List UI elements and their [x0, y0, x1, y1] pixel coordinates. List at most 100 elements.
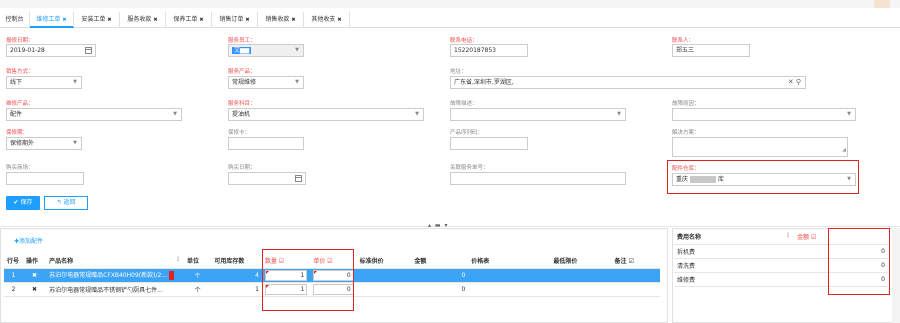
- user-avatar[interactable]: [874, 0, 890, 8]
- tab-install-order[interactable]: 安装工单 ✖: [74, 12, 120, 28]
- tab-sales-payment[interactable]: 销售收款 ✖: [258, 12, 304, 28]
- solution-textarea[interactable]: ◢: [672, 137, 848, 157]
- clear-search-icon[interactable]: ✕ ⚲: [788, 77, 801, 88]
- address-input[interactable]: 广东省,深圳市,罗湖区, ✕ ⚲: [450, 76, 806, 89]
- repair-product-select[interactable]: 配件 ▼: [6, 108, 182, 121]
- chevron-down-icon: ▼: [295, 47, 299, 53]
- redacted-marker: [169, 271, 175, 280]
- stock-cell: 4: [211, 268, 262, 283]
- purchase-store-input[interactable]: [6, 172, 84, 185]
- column-menu-icon[interactable]: ⋮: [785, 232, 791, 239]
- col-header-min-price: 最低限价: [550, 254, 612, 269]
- tab-repair-order[interactable]: 维修工单 ✖: [30, 12, 74, 28]
- chevron-down-icon: ▼: [415, 111, 419, 117]
- tab-sales-order[interactable]: 销售订单 ✖: [212, 12, 258, 28]
- close-icon[interactable]: ✖: [107, 17, 111, 23]
- tab-service-payment[interactable]: 服务收款 ✖: [120, 12, 166, 28]
- row-no: 2: [4, 282, 23, 297]
- sale-method-value: 线下: [10, 79, 23, 86]
- phone-value: 15220187853: [454, 47, 496, 54]
- close-icon[interactable]: ✖: [245, 17, 249, 23]
- col-header-fee-name-label: 费用名称: [677, 234, 702, 242]
- fee-amount-highlight: [828, 228, 890, 295]
- calendar-icon[interactable]: [85, 47, 92, 54]
- product-serial-input[interactable]: [450, 137, 528, 150]
- product-serial-label: 产品序列码：: [450, 130, 484, 136]
- service-staff-value: 文▆▆: [232, 47, 252, 54]
- add-part-button[interactable]: ✚添加配件: [14, 236, 43, 245]
- pricelist-cell[interactable]: [468, 282, 551, 297]
- stock-cell: 1: [211, 282, 262, 297]
- warehouse-suffix: 库: [718, 176, 725, 183]
- fault-desc-label: 故障描述：: [450, 101, 478, 107]
- repair-product-label: 维修产品：: [6, 101, 34, 107]
- top-strip: [0, 0, 900, 8]
- contact-label: 联系人：: [672, 38, 695, 44]
- calendar-icon[interactable]: [295, 175, 302, 182]
- close-icon[interactable]: ✖: [62, 17, 66, 23]
- warranty-card-label: 保修卡：: [228, 130, 251, 136]
- std-price-cell: [356, 268, 412, 283]
- fault-reason-label: 故障原因：: [672, 101, 700, 107]
- service-subject-value: 提油机: [232, 111, 251, 118]
- col-header-no: 行号: [4, 254, 23, 269]
- fault-reason-select[interactable]: ▼: [672, 108, 856, 121]
- col-header-remark[interactable]: 备注 ☑: [611, 254, 660, 269]
- purchase-date-label: 购买日期：: [228, 165, 256, 171]
- chevron-down-icon: ▼: [617, 111, 621, 117]
- remark-cell[interactable]: [611, 268, 660, 283]
- warranty-card-input[interactable]: [228, 137, 304, 150]
- close-icon[interactable]: ✖: [199, 17, 203, 23]
- fault-desc-select[interactable]: ▼: [450, 108, 626, 121]
- vertical-scrollbar[interactable]: [892, 228, 900, 323]
- contact-value: 郑五三: [676, 47, 695, 54]
- col-header-name[interactable]: 产品名称 ⋮: [46, 254, 184, 269]
- col-header-amount: 金额: [411, 254, 469, 269]
- delete-row-icon[interactable]: ✖: [22, 282, 47, 297]
- service-staff-label: 服务员工：: [228, 38, 256, 44]
- service-subject-label: 服务科目：: [228, 101, 256, 107]
- service-subject-select[interactable]: 提油机 ▼: [228, 108, 424, 121]
- col-header-pricelist: 价格表: [468, 254, 551, 269]
- parts-warehouse-select[interactable]: 重庆 库 ▼: [672, 173, 856, 186]
- close-icon[interactable]: ✖: [291, 17, 295, 23]
- report-date-input[interactable]: 2019-01-28: [6, 44, 96, 57]
- save-label: ✔ 保存: [13, 199, 33, 206]
- service-product-select[interactable]: 常规维修 ▼: [228, 76, 304, 89]
- product-name: 苏泊尔电器常规赠品CFXB40H09(新款)/2...: [49, 272, 168, 279]
- remark-cell[interactable]: [611, 282, 660, 297]
- warranty-select[interactable]: 保修期外 ▼: [6, 137, 82, 150]
- tab-maintenance-order[interactable]: 保养工单 ✖: [166, 12, 212, 28]
- related-service-no-label: 关联服务单号：: [450, 165, 489, 171]
- unit-cell: 个: [183, 282, 212, 297]
- tab-other-income[interactable]: 其他收支 ✖: [304, 12, 350, 28]
- column-menu-icon[interactable]: ⋮: [175, 256, 181, 263]
- purchase-date-input[interactable]: [228, 172, 306, 185]
- related-service-no-input[interactable]: [450, 172, 626, 185]
- resize-handle-icon[interactable]: ◢: [842, 145, 846, 156]
- save-button[interactable]: ✔ 保存: [6, 196, 40, 210]
- chevron-down-icon: ▼: [847, 111, 851, 117]
- sale-method-select[interactable]: 线下 ▼: [6, 76, 82, 89]
- pricelist-cell[interactable]: [468, 268, 551, 283]
- contact-input[interactable]: 郑五三: [672, 44, 750, 57]
- address-value: 广东省,深圳市,罗湖区,: [454, 79, 514, 86]
- product-name-cell: 苏泊尔电器常规赠品不锈钢铲勺厨具七件...: [46, 282, 184, 297]
- report-date-label: 报修日期：: [6, 38, 34, 44]
- col-header-stock: 可用库存数: [211, 254, 262, 269]
- tab-label: 其他收支: [311, 16, 336, 23]
- close-icon[interactable]: ✖: [337, 17, 341, 23]
- tab-label: 服务收款: [127, 16, 152, 23]
- col-header-name-label: 产品名称: [49, 258, 74, 266]
- amount-cell: 0: [411, 268, 469, 283]
- delete-row-icon[interactable]: ✖: [22, 268, 47, 283]
- tab-console[interactable]: 控制台: [0, 12, 30, 28]
- col-header-fee-name[interactable]: 费用名称 ⋮: [674, 230, 794, 245]
- qty-price-highlight: [262, 249, 354, 311]
- back-button[interactable]: ↰ 返回: [44, 196, 88, 210]
- phone-input[interactable]: 15220187853: [450, 44, 528, 57]
- service-staff-select[interactable]: 文▆▆ ▼: [228, 44, 304, 57]
- panel-splitter[interactable]: [0, 226, 900, 227]
- close-icon[interactable]: ✖: [153, 17, 157, 23]
- address-label: 地址：: [450, 69, 467, 75]
